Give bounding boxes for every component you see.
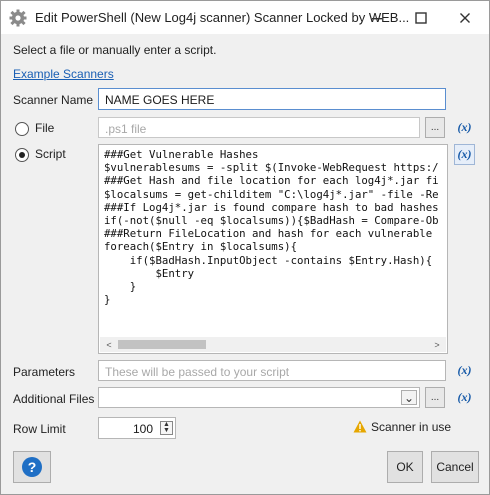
help-icon: ? (22, 457, 42, 477)
additional-files-variable-button[interactable]: (x) (454, 387, 475, 408)
scroll-thumb[interactable] (118, 340, 206, 349)
file-path-placeholder: .ps1 file (105, 122, 147, 136)
example-scanners-link[interactable]: Example Scanners (13, 67, 114, 81)
file-path-input[interactable]: .ps1 file (98, 117, 420, 138)
stepper-arrows-icon[interactable]: ▲ ▼ (160, 421, 173, 435)
warning-icon (353, 420, 367, 433)
code-line: ###Return FileLocation and hash for each… (104, 227, 439, 241)
script-label: Script (35, 147, 66, 161)
instructions-text: Select a file or manually enter a script… (13, 43, 217, 57)
title-bar: Edit PowerShell (New Log4j scanner) Scan… (1, 1, 489, 34)
scroll-right-button[interactable]: > (430, 338, 444, 351)
parameters-placeholder: These will be passed to your script (105, 365, 290, 379)
parameters-input[interactable]: These will be passed to your script (98, 360, 446, 381)
help-button[interactable]: ? (13, 451, 51, 483)
code-line: } (104, 293, 111, 307)
parameters-variable-button[interactable]: (x) (454, 360, 475, 381)
cancel-button[interactable]: Cancel (431, 451, 479, 483)
parameters-label: Parameters (13, 365, 76, 379)
dialog-body: Select a file or manually enter a script… (1, 34, 489, 494)
file-browse-button[interactable]: ... (425, 117, 445, 138)
maximize-icon (415, 11, 427, 24)
script-variable-button[interactable]: (x) (454, 144, 475, 165)
close-button[interactable] (443, 1, 487, 34)
additional-files-label: Additional Files (13, 392, 95, 406)
code-line: foreach($Entry in $localsums){ (104, 240, 298, 254)
maximize-button[interactable] (399, 1, 443, 34)
close-icon (460, 12, 470, 23)
script-code: ###Get Vulnerable Hashes $vulnerablesums … (104, 148, 446, 328)
scanner-name-label: Scanner Name (13, 93, 94, 107)
row-limit-value: 100 (132, 422, 153, 436)
code-line: } (104, 280, 137, 294)
scanner-name-value: NAME GOES HERE (105, 93, 215, 107)
file-radio[interactable] (15, 122, 29, 136)
code-line: if(-not($null -eq $localsums)){$BadHash … (104, 214, 439, 228)
horizontal-scrollbar[interactable]: < > (100, 337, 446, 352)
warning-text: Scanner in use (371, 420, 452, 434)
radio-selected-dot (19, 152, 25, 158)
code-line: $vulnerablesums = -split $(Invoke-WebReq… (104, 161, 439, 175)
window-title: Edit PowerShell (New Log4j scanner) Scan… (35, 10, 410, 25)
ok-button[interactable]: OK (387, 451, 423, 483)
warning-status: Scanner in use (353, 420, 451, 434)
scroll-left-button[interactable]: < (102, 338, 116, 351)
code-line: $localsums = get-childitem "C:\log4j*.ja… (104, 187, 439, 201)
dialog-window: Edit PowerShell (New Log4j scanner) Scan… (0, 0, 490, 495)
additional-files-browse-button[interactable]: ... (425, 387, 445, 408)
chevron-down-icon[interactable]: ⌄ (401, 390, 417, 405)
row-limit-label: Row Limit (13, 422, 66, 436)
file-label: File (35, 121, 55, 135)
code-line: ###Get Vulnerable Hashes (104, 148, 259, 161)
row-limit-stepper[interactable]: 100 ▲ ▼ (98, 417, 176, 439)
gear-icon (9, 9, 27, 27)
minimize-icon (372, 17, 382, 19)
additional-files-select[interactable]: ⌄ (98, 387, 420, 408)
script-radio[interactable] (15, 148, 29, 162)
file-variable-button[interactable]: (x) (454, 117, 475, 138)
minimize-button[interactable] (355, 1, 399, 34)
code-line: if($BadHash.InputObject -contains $Entry… (104, 253, 433, 267)
code-line: ###If Log4j*.jar is found compare hash t… (104, 200, 439, 214)
code-line: ###Get Hash and file location for each l… (104, 174, 439, 188)
code-line: $Entry (104, 266, 195, 280)
scanner-name-input[interactable]: NAME GOES HERE (98, 88, 446, 110)
script-editor[interactable]: ###Get Vulnerable Hashes $vulnerablesums … (98, 144, 448, 354)
